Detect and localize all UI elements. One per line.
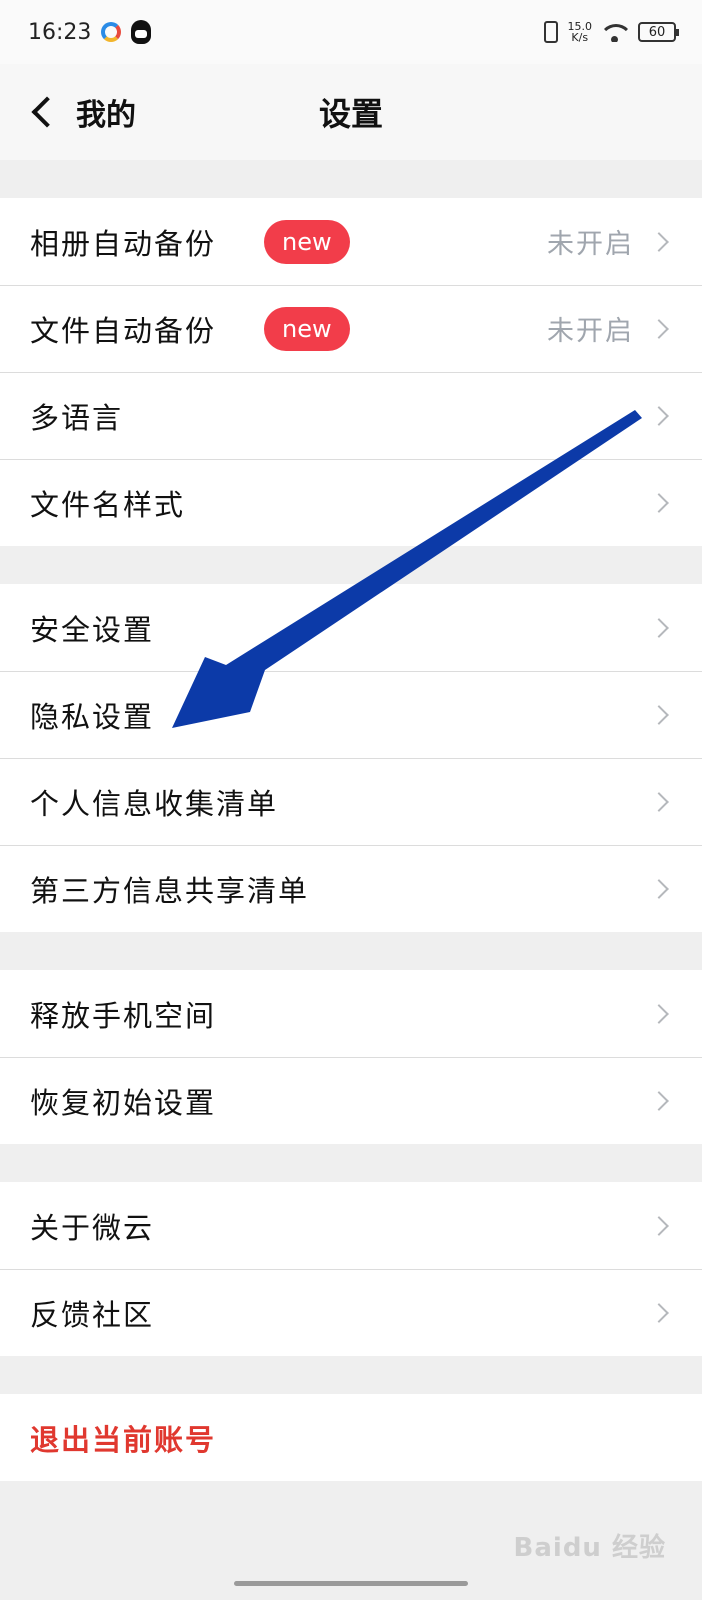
row-value: 未开启	[547, 229, 634, 260]
row-label: 隐私设置	[30, 699, 155, 734]
status-time: 16:23	[28, 19, 92, 45]
row-label: 释放手机空间	[30, 998, 217, 1033]
settings-row-about[interactable]: 关于微云	[0, 1182, 702, 1269]
battery-icon: 60	[638, 22, 679, 42]
nav-bar: 我的 设置	[0, 64, 702, 160]
settings-row-third-party-sharing[interactable]: 第三方信息共享清单	[0, 845, 702, 932]
row-label: 相册自动备份	[30, 226, 217, 261]
network-speed-unit: K/s	[571, 31, 589, 44]
row-label: 安全设置	[30, 612, 155, 647]
chevron-right-icon	[649, 1003, 669, 1024]
settings-row-filename-style[interactable]: 文件名样式	[0, 459, 702, 546]
row-label: 第三方信息共享清单	[30, 873, 310, 908]
back-button[interactable]: 我的	[0, 64, 136, 160]
settings-row-feedback[interactable]: 反馈社区	[0, 1269, 702, 1356]
chevron-left-icon	[31, 96, 63, 128]
row-label: 个人信息收集清单	[30, 786, 279, 821]
chevron-right-icon	[649, 1090, 669, 1111]
chevron-right-icon	[649, 791, 669, 812]
settings-row-reset[interactable]: 恢复初始设置	[0, 1057, 702, 1144]
row-value: 未开启	[547, 316, 634, 347]
back-label: 我的	[76, 98, 136, 133]
settings-row-file-backup[interactable]: 文件自动备份 new 未开启	[0, 285, 702, 372]
status-right: 15.0 K/s 60	[543, 21, 679, 43]
chevron-right-icon	[649, 231, 669, 252]
logout-label: 退出当前账号	[30, 1422, 217, 1457]
settings-row-personal-info-list[interactable]: 个人信息收集清单	[0, 758, 702, 845]
wifi-icon	[602, 22, 628, 42]
settings-group-backup: 相册自动备份 new 未开启 文件自动备份 new 未开启 多语言 文件名样式	[0, 198, 702, 546]
row-label: 多语言	[30, 400, 124, 435]
status-bar: 16:23 15.0 K/s 60	[0, 0, 702, 64]
battery-level: 60	[648, 24, 666, 40]
chevron-right-icon	[649, 704, 669, 725]
chevron-right-icon	[649, 1302, 669, 1323]
row-label: 恢复初始设置	[30, 1085, 217, 1120]
settings-row-language[interactable]: 多语言	[0, 372, 702, 459]
qq-app-icon	[131, 20, 152, 44]
logout-group: 退出当前账号	[0, 1394, 702, 1481]
browser-app-icon	[101, 22, 122, 42]
chevron-right-icon	[649, 617, 669, 638]
chevron-right-icon	[649, 492, 669, 513]
vibrate-icon	[543, 21, 558, 43]
row-label: 文件自动备份	[30, 313, 217, 348]
chevron-right-icon	[649, 1215, 669, 1236]
status-left: 16:23	[28, 19, 152, 45]
row-label: 关于微云	[30, 1210, 155, 1245]
settings-group-privacy: 安全设置 隐私设置 个人信息收集清单 第三方信息共享清单	[0, 584, 702, 932]
network-speed: 15.0 K/s	[568, 21, 593, 43]
settings-row-album-backup[interactable]: 相册自动备份 new 未开启	[0, 198, 702, 285]
settings-group-about: 关于微云 反馈社区	[0, 1182, 702, 1356]
chevron-right-icon	[649, 318, 669, 339]
settings-row-privacy[interactable]: 隐私设置	[0, 671, 702, 758]
watermark: Baidu 经验	[513, 1533, 666, 1563]
chevron-right-icon	[649, 405, 669, 426]
new-badge: new	[264, 219, 350, 264]
new-badge: new	[264, 306, 350, 351]
row-label: 反馈社区	[30, 1297, 155, 1332]
settings-group-storage: 释放手机空间 恢复初始设置	[0, 970, 702, 1144]
home-indicator	[234, 1581, 468, 1586]
logout-button[interactable]: 退出当前账号	[0, 1394, 702, 1481]
row-label: 文件名样式	[30, 487, 186, 522]
chevron-right-icon	[649, 878, 669, 899]
settings-row-security[interactable]: 安全设置	[0, 584, 702, 671]
settings-row-free-space[interactable]: 释放手机空间	[0, 970, 702, 1057]
